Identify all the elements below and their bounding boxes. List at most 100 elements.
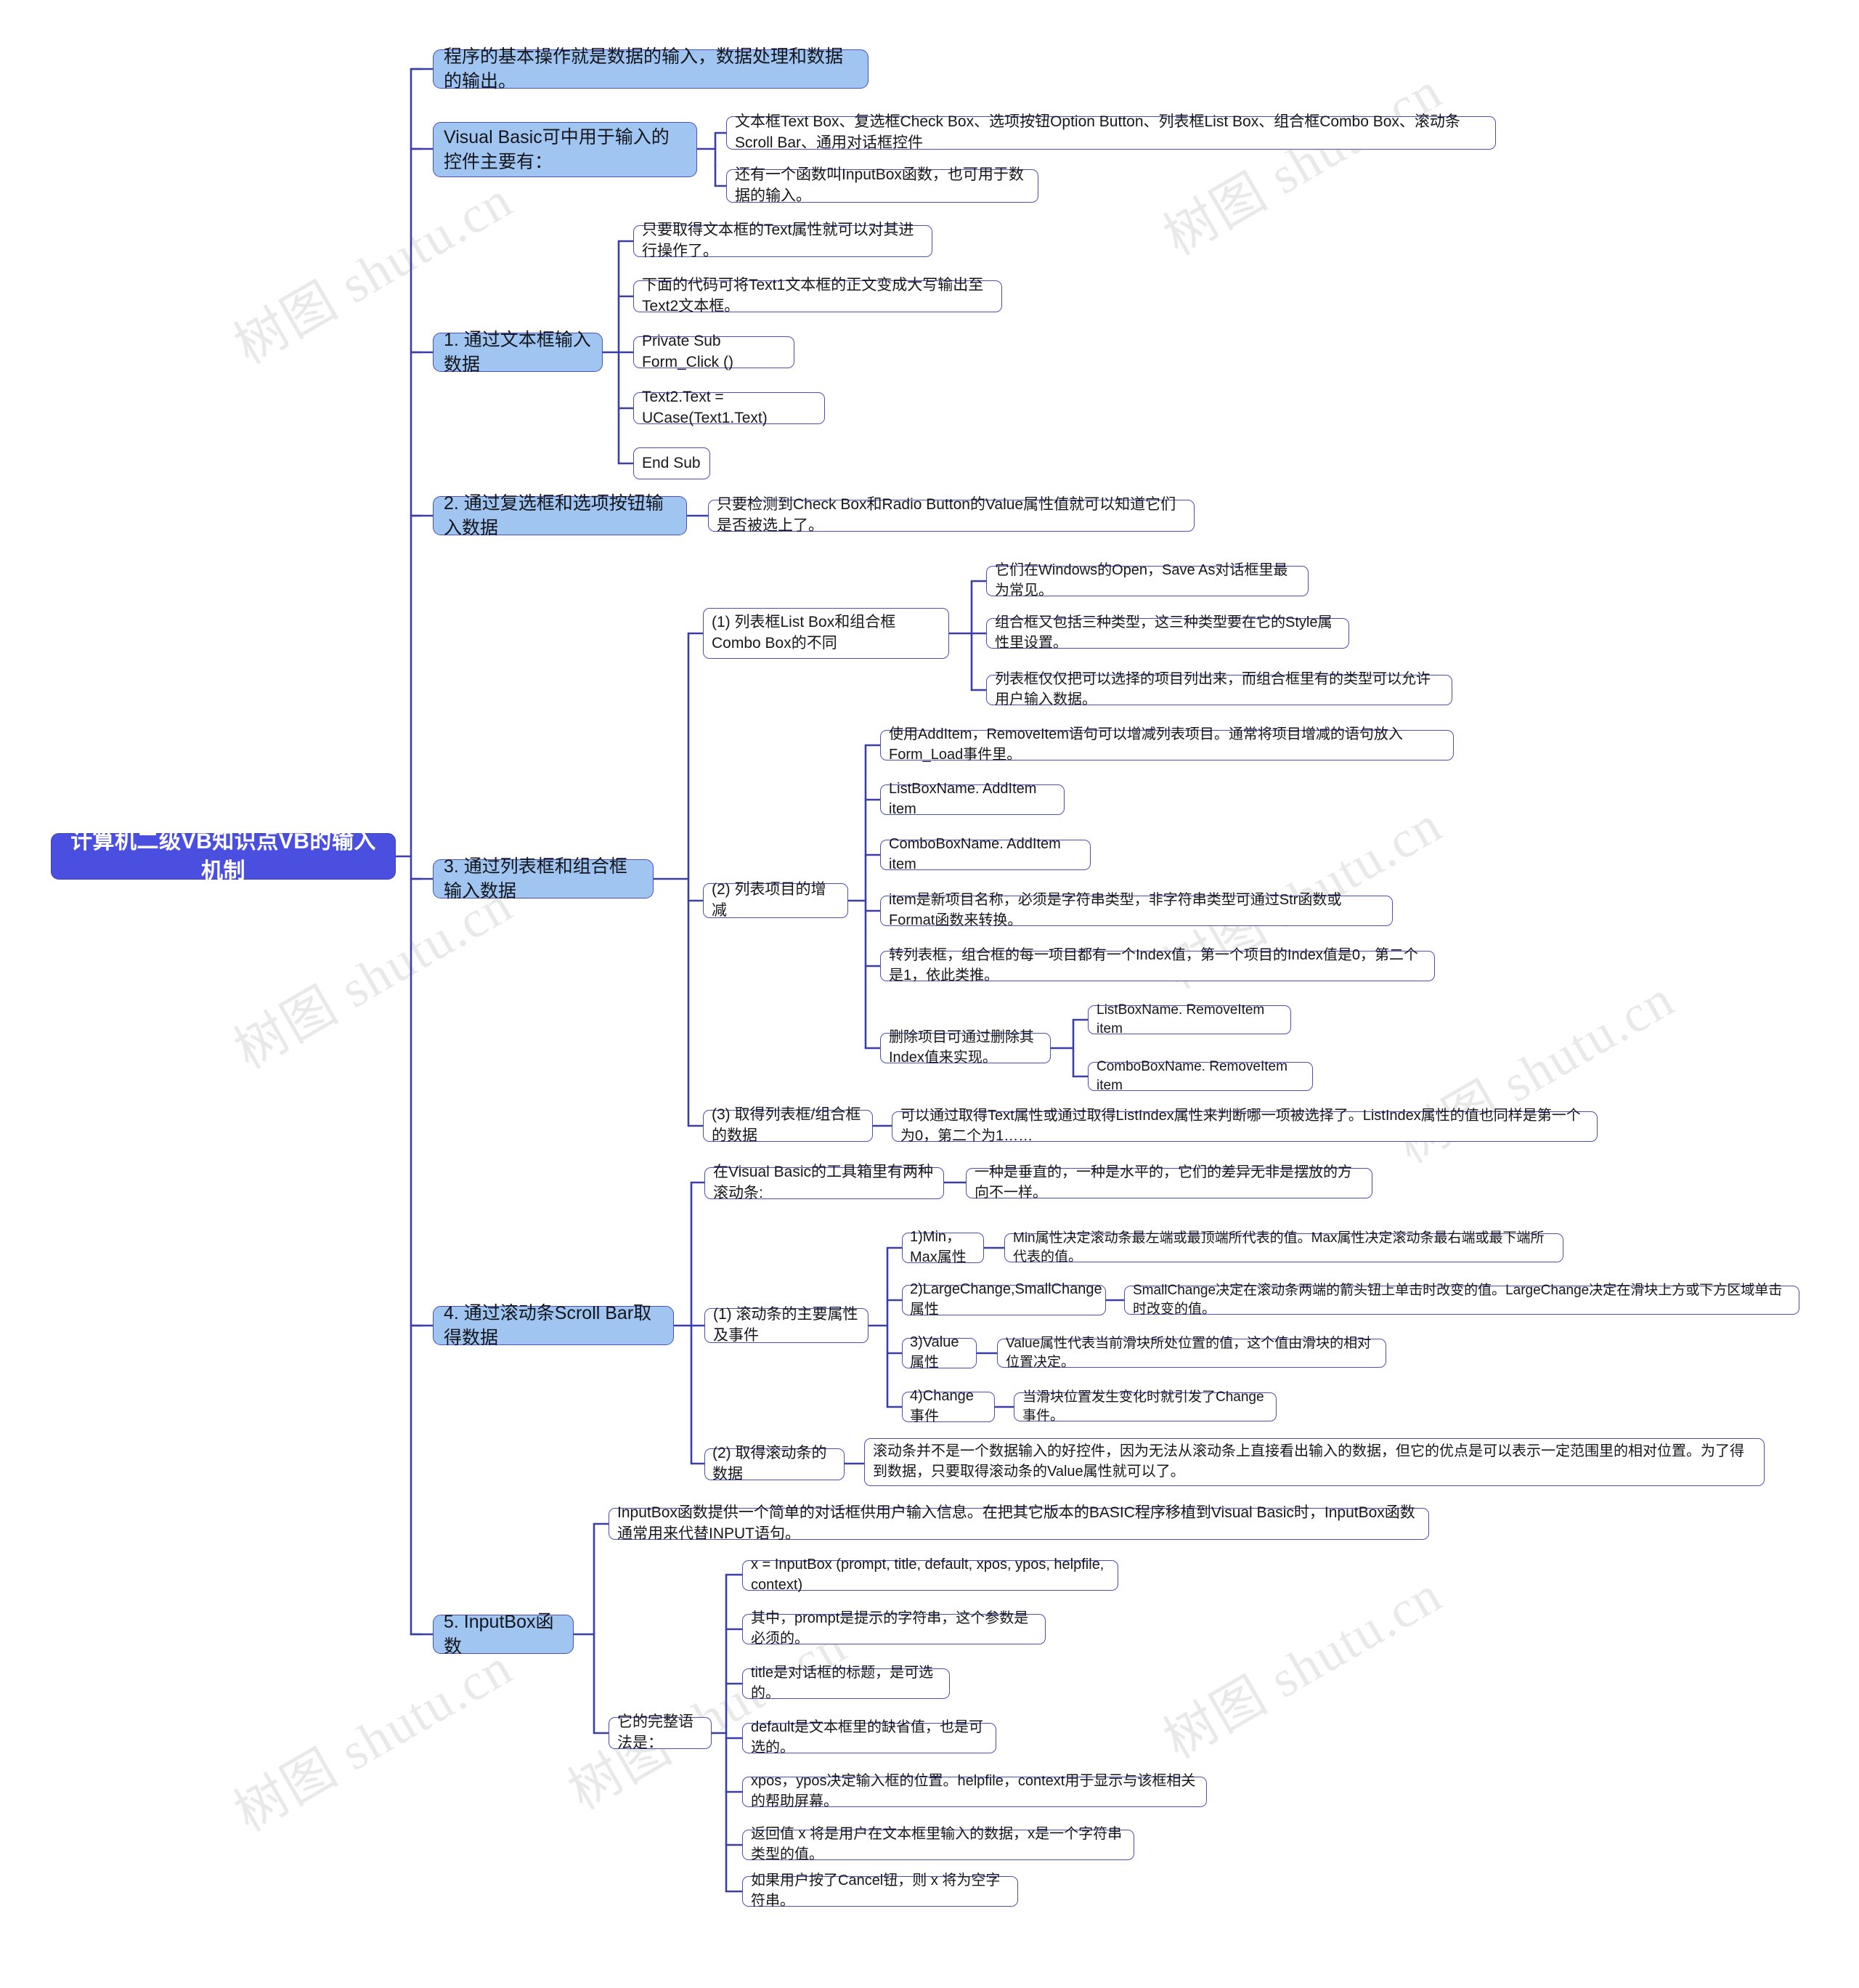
node-s4-2-title[interactable]: (2) 取得滚动条的数据 [704, 1445, 845, 1482]
node-section-5[interactable]: 5. InputBox函数 [433, 1612, 574, 1657]
node-s3-1-title[interactable]: (1) 列表框List Box和组合框Combo Box的不同 [703, 608, 949, 659]
node-s4-value[interactable]: 3)Value属性 [902, 1334, 977, 1371]
node-s5-prompt[interactable]: 其中，prompt是提示的字符串，这个参数是必须的。 [742, 1610, 1046, 1647]
node-intro[interactable]: 程序的基本操作就是数据的输入，数据处理和数据的输出。 [433, 46, 869, 92]
node-s3-1-a-label: 它们在Windows的Open，Save As对话框里最为常见。 [995, 562, 1288, 599]
node-s3-2-b-label: ListBoxName. AddItem item [889, 781, 1037, 817]
node-s4-head[interactable]: 在Visual Basic的工具箱里有两种滚动条: [704, 1164, 944, 1201]
node-section-2-label: 2. 通过复选框和选项按钮输入数据 [444, 492, 664, 539]
node-s5-pos-params-label: xpos，ypos决定输入框的位置。helpfile，context用于显示与该… [751, 1773, 1196, 1809]
node-s3-1-b-label: 组合框又包括三种类型，这三种类型要在它的Style属性里设置。 [995, 614, 1333, 651]
node-section-2[interactable]: 2. 通过复选框和选项按钮输入数据 [433, 493, 687, 538]
mindmap-canvas: 计算机二级VB知识点VB的输入机制 程序的基本操作就是数据的输入，数据处理和数据… [0, 0, 1859, 1988]
node-s1-code-line-2[interactable]: Text2.Text = UCase(Text1.Text) [633, 389, 825, 426]
node-section-3[interactable]: 3. 通过列表框和组合框输入数据 [433, 856, 654, 901]
root-node[interactable]: 计算机二级VB知识点VB的输入机制 [51, 829, 396, 883]
node-s3-3-a[interactable]: 可以通过取得Text属性或通过取得ListIndex属性来判断哪一项被选择了。L… [892, 1108, 1598, 1144]
node-intro-label: 程序的基本操作就是数据的输入，数据处理和数据的输出。 [444, 46, 844, 92]
node-s4-change-event-desc[interactable]: 当滑块位置发生变化时就引发了Change事件。 [1014, 1389, 1277, 1424]
node-controls-inputbox-label: 还有一个函数叫InputBox函数，也可用于数据的输入。 [735, 166, 1024, 204]
node-s5-title-param[interactable]: title是对话框的标题，是可选的。 [742, 1665, 950, 1701]
node-s4-large-small-change-label: 2)LargeChange,SmallChange属性 [910, 1281, 1102, 1318]
node-s3-2-f1-label: ListBoxName. RemoveItem item [1097, 1002, 1265, 1036]
node-s4-min-max[interactable]: 1)Min，Max属性 [902, 1229, 984, 1265]
node-s4-min-max-desc[interactable]: Min属性决定滚动条最左端或最顶端所代表的值。Max属性决定滚动条最右端或最下端… [1004, 1230, 1563, 1265]
node-s3-2-f-label: 删除项目可通过删除其Index值来实现。 [889, 1029, 1034, 1066]
node-s3-2-e-label: 转列表框，组合框的每一项目都有一个Index值，第一个项目的Index值是0，第… [889, 947, 1418, 983]
node-s3-1-title-label: (1) 列表框List Box和组合框Combo Box的不同 [712, 614, 896, 652]
node-s4-head-label: 在Visual Basic的工具箱里有两种滚动条: [713, 1164, 934, 1201]
node-s5-pos-params[interactable]: xpos，ypos决定输入框的位置。helpfile，context用于显示与该… [742, 1773, 1207, 1809]
node-s3-2-title-label: (2) 列表项目的增减 [712, 881, 826, 919]
node-s3-3-title-label: (3) 取得列表框/组合框的数据 [712, 1106, 861, 1144]
node-s3-1-b[interactable]: 组合框又包括三种类型，这三种类型要在它的Style属性里设置。 [986, 614, 1349, 651]
node-s4-value-desc[interactable]: Value属性代表当前滑块所处位置的值，这个值由滑块的相对位置决定。 [997, 1336, 1386, 1370]
node-s3-2-c-label: ComboBoxName. AddItem item [889, 836, 1061, 872]
node-s5-return-value-label: 返回值 x 将是用户在文本框里输入的数据，x是一个字符串类型的值。 [751, 1826, 1123, 1862]
node-s3-1-a[interactable]: 它们在Windows的Open，Save As对话框里最为常见。 [986, 562, 1309, 599]
node-s4-value-label: 3)Value属性 [910, 1334, 959, 1371]
node-section-4[interactable]: 4. 通过滚动条Scroll Bar取得数据 [433, 1303, 674, 1348]
root-node-label: 计算机二级VB知识点VB的输入机制 [70, 829, 376, 883]
node-s5-return-value[interactable]: 返回值 x 将是用户在文本框里输入的数据，x是一个字符串类型的值。 [742, 1826, 1134, 1862]
node-s1-code-intro-label: 下面的代码可将Text1文本框的正文变成大写输出至Text2文本框。 [642, 277, 984, 315]
node-s4-min-max-label: 1)Min，Max属性 [910, 1229, 967, 1265]
node-s5-title-param-label: title是对话框的标题，是可选的。 [751, 1665, 934, 1701]
node-s5-inputbox-desc-label: InputBox函数提供一个简单的对话框供用户输入信息。在把其它版本的BASIC… [617, 1504, 1415, 1542]
node-section-3-label: 3. 通过列表框和组合框输入数据 [444, 856, 627, 902]
node-s4-large-small-change[interactable]: 2)LargeChange,SmallChange属性 [902, 1281, 1106, 1318]
node-s4-head-desc[interactable]: 一种是垂直的，一种是水平的，它们的差异无非是摆放的方向不一样。 [966, 1164, 1372, 1201]
node-section-4-label: 4. 通过滚动条Scroll Bar取得数据 [444, 1302, 652, 1349]
node-s5-default-param-label: default是文本框里的缺省值，也是可选的。 [751, 1719, 984, 1756]
node-s1-text-property-label: 只要取得文本框的Text属性就可以对其进行操作了。 [642, 222, 914, 259]
node-s3-2-d[interactable]: item是新项目名称，必须是字符串类型，非字符串类型可通过Str函数或Forma… [880, 892, 1393, 928]
node-s4-2-title-label: (2) 取得滚动条的数据 [712, 1445, 827, 1482]
node-controls-list[interactable]: 文本框Text Box、复选框Check Box、选项按钮Option Butt… [726, 113, 1496, 151]
node-s2-value-check[interactable]: 只要检测到Check Box和Radio Button的Value属性值就可以知… [708, 496, 1195, 534]
node-s3-2-a-label: 使用AddItem，RemoveItem语句可以增减列表项目。通常将项目增减的语… [889, 726, 1403, 763]
node-s5-inputbox-desc[interactable]: InputBox函数提供一个简单的对话框供用户输入信息。在把其它版本的BASIC… [609, 1504, 1429, 1542]
node-s3-2-f1[interactable]: ListBoxName. RemoveItem item [1088, 1002, 1291, 1036]
node-s1-code-line-1[interactable]: Private Sub Form_Click () [633, 333, 794, 370]
node-s5-prompt-label: 其中，prompt是提示的字符串，这个参数是必须的。 [751, 1610, 1029, 1647]
node-s5-syntax-title[interactable]: 它的完整语法是： [609, 1713, 712, 1751]
node-s3-2-c[interactable]: ComboBoxName. AddItem item [880, 836, 1091, 872]
node-s5-default-param[interactable]: default是文本框里的缺省值，也是可选的。 [742, 1719, 996, 1756]
node-s3-3-a-label: 可以通过取得Text属性或通过取得ListIndex属性来判断哪一项被选择了。L… [900, 1108, 1581, 1144]
node-s3-3-title[interactable]: (3) 取得列表框/组合框的数据 [703, 1106, 873, 1144]
node-s3-1-c[interactable]: 列表框仅仅把可以选择的项目列出来，而组合框里有的类型可以允许用户输入数据。 [986, 671, 1452, 707]
node-s3-2-f[interactable]: 删除项目可通过删除其Index值来实现。 [880, 1029, 1051, 1066]
node-s1-code-line-2-label: Text2.Text = UCase(Text1.Text) [642, 389, 768, 426]
node-s3-1-c-label: 列表框仅仅把可以选择的项目列出来，而组合框里有的类型可以允许用户输入数据。 [995, 671, 1431, 707]
node-s5-syntax[interactable]: x = InputBox (prompt, title, default, xp… [742, 1557, 1118, 1593]
node-s3-2-a[interactable]: 使用AddItem，RemoveItem语句可以增减列表项目。通常将项目增减的语… [880, 726, 1454, 763]
node-s3-2-title[interactable]: (2) 列表项目的增减 [703, 881, 848, 919]
node-s2-value-check-label: 只要检测到Check Box和Radio Button的Value属性值就可以知… [717, 496, 1176, 534]
node-controls-title-label: Visual Basic可中用于输入的控件主要有： [444, 126, 670, 173]
node-s3-2-f2-label: ComboBoxName. RemoveItem item [1097, 1058, 1288, 1093]
node-s3-2-e[interactable]: 转列表框，组合框的每一项目都有一个Index值，第一个项目的Index值是0，第… [880, 947, 1435, 983]
node-s4-change-event[interactable]: 4)Change事件 [902, 1388, 995, 1424]
node-s1-code-line-3[interactable]: End Sub [633, 447, 710, 479]
node-s4-change-event-desc-label: 当滑块位置发生变化时就引发了Change事件。 [1022, 1389, 1264, 1424]
node-controls-list-label: 文本框Text Box、复选框Check Box、选项按钮Option Butt… [735, 113, 1460, 151]
node-s3-2-b[interactable]: ListBoxName. AddItem item [880, 781, 1065, 817]
node-section-5-label: 5. InputBox函数 [444, 1611, 554, 1658]
node-s4-large-small-change-desc-label: SmallChange决定在滚动条两端的箭头钮上单击时改变的值。LargeCha… [1133, 1282, 1783, 1317]
node-s3-2-f2[interactable]: ComboBoxName. RemoveItem item [1088, 1059, 1313, 1093]
node-s4-2-desc[interactable]: 滚动条并不是一个数据输入的好控件，因为无法从滚动条上直接看出输入的数据，但它的优… [864, 1438, 1765, 1486]
node-s4-large-small-change-desc[interactable]: SmallChange决定在滚动条两端的箭头钮上单击时改变的值。LargeCha… [1124, 1283, 1799, 1317]
node-controls-inputbox[interactable]: 还有一个函数叫InputBox函数，也可用于数据的输入。 [726, 166, 1038, 204]
node-s4-head-desc-label: 一种是垂直的，一种是水平的，它们的差异无非是摆放的方向不一样。 [975, 1164, 1352, 1201]
node-s1-code-line-1-label: Private Sub Form_Click () [642, 333, 733, 370]
node-s4-1-title[interactable]: (1) 滚动条的主要属性及事件 [704, 1306, 869, 1344]
node-s4-2-desc-label: 滚动条并不是一个数据输入的好控件，因为无法从滚动条上直接看出输入的数据，但它的优… [873, 1443, 1744, 1480]
node-s5-cancel[interactable]: 如果用户按了Cancel钮，则 x 将为空字符串。 [742, 1873, 1018, 1909]
node-s5-syntax-label: x = InputBox (prompt, title, default, xp… [751, 1557, 1105, 1593]
node-s4-min-max-desc-label: Min属性决定滚动条最左端或最顶端所代表的值。Max属性决定滚动条最右端或最下端… [1013, 1230, 1545, 1265]
node-s1-code-intro[interactable]: 下面的代码可将Text1文本框的正文变成大写输出至Text2文本框。 [633, 277, 1002, 315]
node-controls-title[interactable]: Visual Basic可中用于输入的控件主要有： [433, 122, 697, 177]
node-section-1[interactable]: 1. 通过文本框输入数据 [433, 330, 603, 375]
node-s4-value-desc-label: Value属性代表当前滑块所处位置的值，这个值由滑块的相对位置决定。 [1006, 1335, 1372, 1370]
node-s1-text-property[interactable]: 只要取得文本框的Text属性就可以对其进行操作了。 [633, 222, 932, 259]
